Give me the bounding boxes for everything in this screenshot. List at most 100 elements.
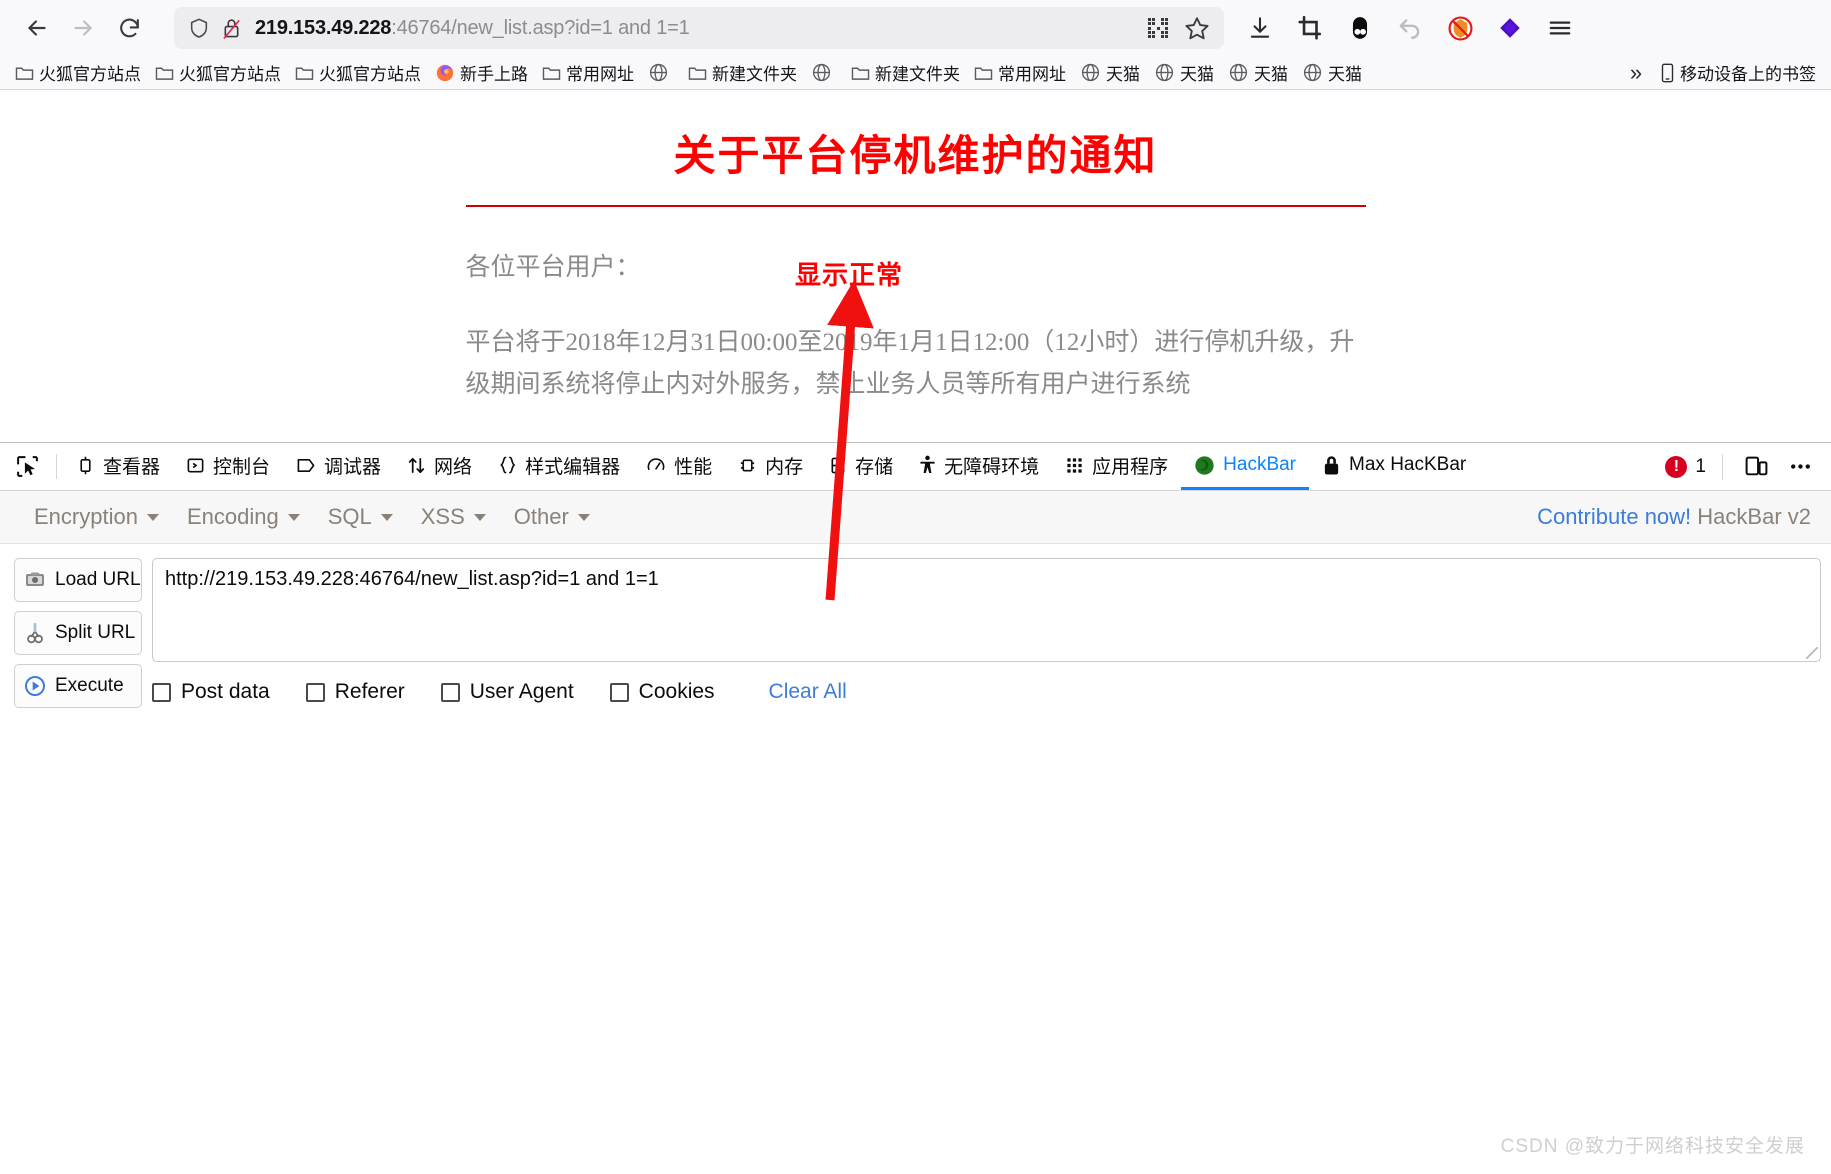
tab-network[interactable]: 网络 — [394, 443, 485, 490]
responsive-design-mode-icon[interactable] — [1739, 450, 1773, 484]
tabbar-spacer — [1479, 443, 1665, 490]
bookmark-item[interactable]: 火狐官方站点 — [8, 60, 148, 86]
broken-lock-icon[interactable] — [222, 17, 241, 40]
downloads-icon[interactable] — [1238, 7, 1282, 49]
bookmark-item[interactable]: 天猫 — [1147, 60, 1221, 86]
hackbar-menubar: Encryption Encoding SQL XSS Other Contri… — [0, 491, 1831, 544]
clear-all-link[interactable]: Clear All — [769, 680, 847, 704]
tab-inspector[interactable]: 查看器 — [63, 443, 173, 490]
bookmark-label: 新建文件夹 — [712, 65, 797, 84]
notice-greeting: 各位平台用户： — [465, 254, 641, 281]
browser-toolbar-buttons — [1238, 7, 1586, 49]
violentmonkey-diamond-icon[interactable] — [1488, 7, 1532, 49]
back-arrow-icon[interactable] — [14, 7, 60, 49]
devtools-tabbar: 查看器 控制台 调试器 网络 样式编辑器 性能 内存 存储 无障碍环境 应用程序… — [0, 443, 1831, 491]
tab-performance[interactable]: 性能 — [633, 443, 725, 490]
bookmark-label: 移动设备上的书签 — [1680, 65, 1816, 84]
hackbar-credit: Contribute now! HackBar v2 — [1537, 504, 1811, 530]
element-picker-icon[interactable] — [4, 443, 50, 490]
tab-label: HackBar — [1223, 454, 1297, 475]
checkbox-box[interactable] — [152, 682, 171, 702]
checkbox-cookies[interactable]: Cookies — [609, 680, 715, 704]
bookmark-label: 火狐官方站点 — [39, 65, 141, 84]
console-icon — [186, 456, 205, 475]
tab-hackbar[interactable]: HackBar — [1181, 443, 1310, 490]
forward-arrow-icon[interactable] — [60, 7, 106, 49]
hackbar-action-buttons: Load URL Split URL Execute — [14, 558, 142, 708]
bookmark-item[interactable]: 火狐官方站点 — [288, 60, 428, 86]
globe-icon — [1154, 62, 1175, 83]
tab-console[interactable]: 控制台 — [173, 443, 283, 490]
split-url-button[interactable]: Split URL — [14, 611, 142, 655]
url-text[interactable]: 219.153.49.228:46764/new_list.asp?id=1 a… — [255, 17, 1132, 40]
contribute-link[interactable]: Contribute now! — [1537, 504, 1691, 529]
menu-xss[interactable]: XSS — [407, 504, 500, 530]
url-bar[interactable]: 219.153.49.228:46764/new_list.asp?id=1 a… — [174, 7, 1224, 49]
tab-label: 应用程序 — [1092, 456, 1169, 478]
hackbar-options-row: Post data Referer User Agent Cookies Cle… — [152, 680, 1821, 704]
lock-icon — [1322, 455, 1341, 476]
page-title: 关于平台停机维护的通知 — [673, 134, 1158, 180]
star-icon[interactable] — [1184, 15, 1210, 41]
undo-close-tab-icon[interactable] — [1388, 7, 1432, 49]
bookmark-item[interactable]: 新手上路 — [428, 60, 535, 86]
checkbox-referer[interactable]: Referer — [305, 680, 405, 704]
bookmark-item[interactable]: 天猫 — [1221, 60, 1295, 86]
checkbox-box[interactable] — [440, 682, 460, 702]
version-label: HackBar v2 — [1691, 504, 1811, 529]
url-textarea[interactable]: http://219.153.49.228:46764/new_list.asp… — [152, 558, 1821, 662]
containers-pill-icon[interactable] — [1338, 7, 1382, 49]
tab-label: 内存 — [765, 456, 804, 478]
debugger-icon — [296, 456, 316, 475]
chevron-down-icon — [380, 513, 393, 521]
bookmark-item[interactable]: 天猫 — [1073, 60, 1147, 86]
bookmark-item[interactable]: 新建文件夹 — [681, 60, 804, 86]
error-count-badge[interactable]: ! 1 — [1665, 455, 1706, 478]
tab-label: 性能 — [674, 456, 713, 478]
tab-storage[interactable]: 存储 — [816, 443, 906, 490]
tab-debugger[interactable]: 调试器 — [283, 443, 394, 490]
folder-icon — [851, 64, 870, 81]
bookmark-item[interactable]: 常用网址 — [967, 60, 1073, 86]
navigation-toolbar: 219.153.49.228:46764/new_list.asp?id=1 a… — [0, 0, 1831, 56]
bookmark-item[interactable] — [804, 60, 844, 86]
execute-button[interactable]: Execute — [14, 664, 142, 708]
checkbox-box[interactable] — [305, 682, 325, 702]
menu-other[interactable]: Other — [500, 504, 604, 530]
bookmark-item[interactable]: 火狐官方站点 — [148, 60, 288, 86]
load-url-button[interactable]: Load URL — [14, 558, 142, 602]
menu-encryption[interactable]: Encryption — [20, 504, 173, 530]
reload-icon[interactable] — [106, 7, 152, 49]
bookmark-item[interactable] — [641, 60, 681, 86]
bookmark-item[interactable]: 常用网址 — [535, 60, 641, 86]
tab-max-hackbar[interactable]: Max HacKBar — [1309, 443, 1479, 490]
tab-memory[interactable]: 内存 — [725, 443, 816, 490]
menu-encoding[interactable]: Encoding — [173, 504, 314, 530]
memory-icon — [738, 456, 757, 475]
app-menu-hamburger-icon[interactable] — [1538, 7, 1582, 49]
devtools-panel: 查看器 控制台 调试器 网络 样式编辑器 性能 内存 存储 无障碍环境 应用程序… — [0, 442, 1831, 708]
checkbox-user-agent[interactable]: User Agent — [440, 680, 574, 704]
bookmark-label: 新建文件夹 — [875, 65, 960, 84]
bookmark-label: 火狐官方站点 — [319, 65, 421, 84]
bookmarks-overflow-chevron-icon[interactable]: » — [1619, 60, 1653, 86]
tab-application[interactable]: 应用程序 — [1052, 443, 1181, 490]
bookmark-item[interactable]: 新建文件夹 — [844, 60, 967, 86]
bookmark-item[interactable]: 天猫 — [1295, 60, 1369, 86]
menu-sql[interactable]: SQL — [314, 504, 407, 530]
tab-label: 调试器 — [324, 456, 382, 478]
inspector-icon — [76, 456, 95, 475]
tab-style-editor[interactable]: 样式编辑器 — [485, 443, 633, 490]
bookmark-item-mobile[interactable]: 移动设备上的书签 — [1653, 60, 1823, 86]
tracking-shield-icon[interactable] — [188, 16, 210, 40]
qr-code-icon[interactable] — [1146, 16, 1170, 40]
noscript-icon[interactable] — [1438, 7, 1482, 49]
screenshot-crop-icon[interactable] — [1288, 7, 1332, 49]
hackbar-panel: Encryption Encoding SQL XSS Other Contri… — [0, 491, 1831, 708]
tab-accessibility[interactable]: 无障碍环境 — [906, 443, 1052, 490]
checkbox-box[interactable] — [609, 682, 629, 702]
checkbox-post-data[interactable]: Post data — [152, 680, 270, 704]
button-label: Execute — [55, 675, 124, 696]
more-options-icon[interactable] — [1783, 450, 1817, 484]
tab-label: 无障碍环境 — [944, 456, 1040, 478]
